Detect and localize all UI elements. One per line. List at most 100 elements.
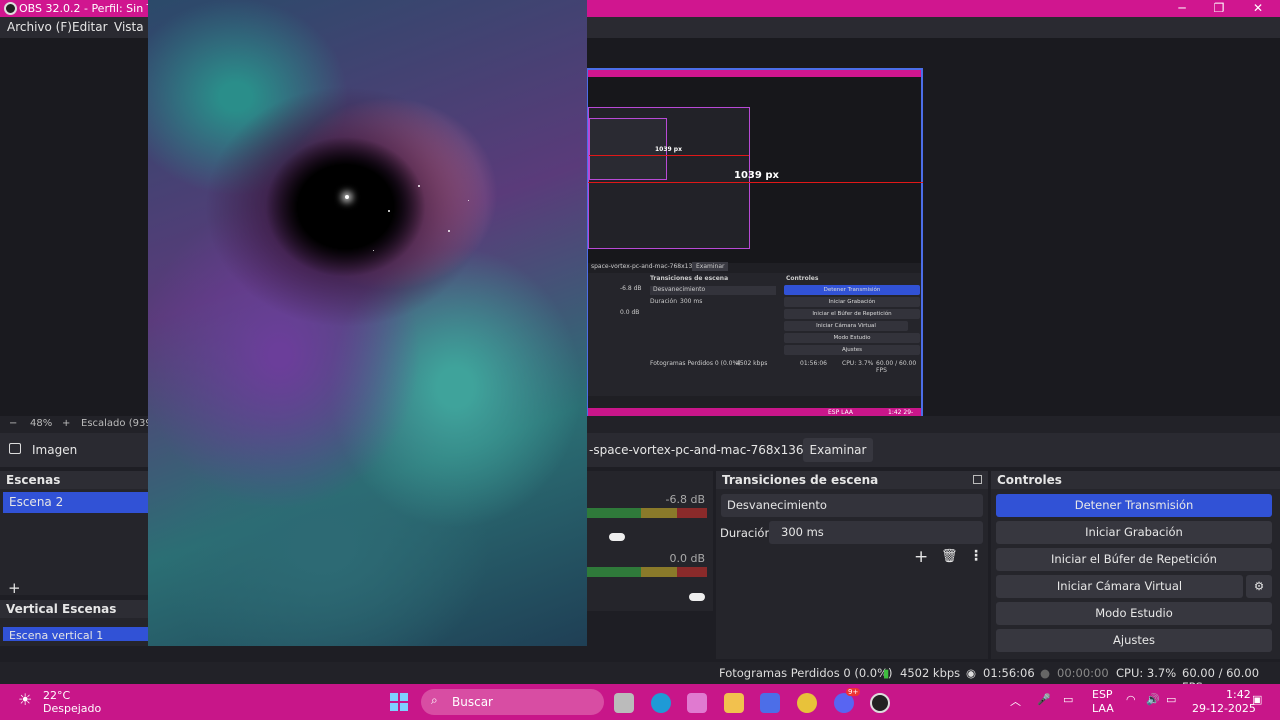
studio-mode-button[interactable]: Modo Estudio xyxy=(996,602,1272,625)
weather-desc[interactable]: Despejado xyxy=(43,702,101,715)
task-view-icon[interactable] xyxy=(614,693,634,713)
mini-status: Fotogramas Perdidos 0 (0.0%) xyxy=(650,360,741,367)
start-replay-buffer-button[interactable]: Iniciar el Búfer de Repetición xyxy=(996,548,1272,571)
gear-icon[interactable]: ⚙ xyxy=(1246,575,1272,598)
stop-stream-button[interactable]: Detener Transmisión xyxy=(996,494,1272,517)
clock-date[interactable]: 29-12-2025 xyxy=(1192,702,1256,715)
star xyxy=(373,250,374,251)
vscene-item[interactable]: Escena vertical 1 xyxy=(3,627,149,641)
mini-duracion-val: 300 ms xyxy=(680,298,703,305)
controls-dock: Controles Detener Transmisión Iniciar Gr… xyxy=(991,471,1280,659)
space-vortex-image-window[interactable] xyxy=(148,0,587,646)
mini-tray: ESP LAA xyxy=(828,409,853,416)
browse-button[interactable]: Examinar xyxy=(803,438,873,462)
obs-taskbar-icon[interactable] xyxy=(870,693,890,713)
display-icon[interactable]: ▭ xyxy=(1063,693,1073,706)
mini-duracion: Duración xyxy=(650,298,678,305)
controls-title: Controles xyxy=(991,471,1280,489)
start-recording-button[interactable]: Iniciar Grabación xyxy=(996,521,1272,544)
mixer-meter-2 xyxy=(587,567,707,577)
zoom-out-button[interactable]: − xyxy=(9,418,17,429)
settings-button[interactable]: Ajustes xyxy=(996,629,1272,652)
transitions-dock: Transiciones de escena Desvanecimiento D… xyxy=(716,471,988,659)
rec-icon: ● xyxy=(1040,666,1051,680)
scene-item[interactable]: Escena 2 xyxy=(3,492,149,513)
menu-vista[interactable]: Vista xyxy=(114,20,144,34)
minimize-button[interactable]: ─ xyxy=(1164,0,1200,17)
mini-btn-3: Iniciar Cámara Virtual xyxy=(784,321,908,331)
duration-input[interactable]: 300 ms xyxy=(769,521,983,544)
taskbar-search[interactable]: ⌕ Buscar xyxy=(421,689,604,715)
rec-time: 00:00:00 xyxy=(1057,666,1109,680)
scenes-title: Escenas xyxy=(0,471,150,489)
preview-canvas[interactable]: 1039 px 1039 px space-vortex-pc-and-mac-… xyxy=(586,68,923,424)
transitions-dock-pin-icon[interactable] xyxy=(973,475,982,484)
search-icon: ⌕ xyxy=(431,693,438,707)
menu-editar[interactable]: Editar xyxy=(72,20,108,34)
preview-inner-docks: Transiciones de escena Controles -6.8 dB… xyxy=(588,273,921,396)
weather-temp[interactable]: 22°C xyxy=(43,689,70,702)
notification-icon[interactable]: ▣ xyxy=(1252,693,1262,706)
image-icon xyxy=(9,443,21,454)
mini-fps: 60.00 / 60.00 FPS xyxy=(876,360,917,374)
edge-icon[interactable] xyxy=(651,693,671,713)
close-button[interactable]: ✕ xyxy=(1240,0,1276,17)
mini-time: 01:56:06 xyxy=(800,360,827,367)
copilot-icon[interactable] xyxy=(687,693,707,713)
start-virtual-camera-button[interactable]: Iniciar Cámara Virtual xyxy=(996,575,1243,598)
mini-btn-0: Detener Transmisión xyxy=(784,285,920,295)
add-transition-icon[interactable]: + xyxy=(914,547,928,567)
star xyxy=(468,200,469,201)
status-bar: Fotogramas Perdidos 0 (0.0%) ▮ 4502 kbps… xyxy=(0,662,1280,694)
mini-transiciones: Transiciones de escena xyxy=(650,275,729,282)
inner-px-label: 1039 px xyxy=(655,146,682,153)
star xyxy=(345,195,349,199)
menu-archivo[interactable]: Archivo (F) xyxy=(7,20,72,34)
mini-db1: -6.8 dB xyxy=(620,285,642,292)
mixer-meter-1 xyxy=(587,508,707,518)
chrome-icon[interactable] xyxy=(797,693,817,713)
discord-icon[interactable] xyxy=(834,693,854,713)
stream-icon: ◉ xyxy=(966,666,977,680)
mixer-fader-2[interactable] xyxy=(689,593,705,601)
lang-esp[interactable]: ESP xyxy=(1092,688,1113,701)
store-icon[interactable] xyxy=(760,693,780,713)
transition-select[interactable]: Desvanecimiento xyxy=(721,494,983,517)
measure-line-inner xyxy=(589,155,749,156)
mini-controles: Controles xyxy=(786,275,819,282)
star xyxy=(418,185,420,187)
tray-chevron-icon[interactable]: ︿ xyxy=(1010,693,1021,709)
signal-icon: ▮ xyxy=(883,666,890,680)
mini-desvanecimiento: Desvanecimiento xyxy=(650,286,776,295)
mixer-fader-1[interactable] xyxy=(609,533,625,541)
search-label: Buscar xyxy=(452,695,493,709)
mini-btn-2: Iniciar el Búfer de Repetición xyxy=(784,309,920,319)
more-options-icon[interactable]: ⋮ xyxy=(969,548,983,564)
start-icon[interactable] xyxy=(390,693,408,711)
maximize-button[interactable]: ❐ xyxy=(1201,0,1237,17)
battery-icon[interactable]: ▭ xyxy=(1166,693,1176,706)
star xyxy=(448,230,450,232)
delete-transition-icon[interactable]: 🗑 xyxy=(941,549,958,564)
file-explorer-icon[interactable] xyxy=(724,693,744,713)
px-label: 1039 px xyxy=(734,170,779,181)
preview-inner-titlebar xyxy=(588,70,921,77)
bitrate: 4502 kbps xyxy=(900,666,961,680)
lang-laa[interactable]: LAA xyxy=(1092,702,1114,715)
mini-cpu: CPU: 3.7% xyxy=(842,360,874,367)
zoom-in-button[interactable]: + xyxy=(62,418,70,429)
transitions-title: Transiciones de escena xyxy=(716,471,988,489)
clock-time[interactable]: 1:42 xyxy=(1226,688,1251,701)
mini-kbps: 4502 kbps xyxy=(736,360,768,367)
mini-btn-1: Iniciar Grabación xyxy=(784,297,920,307)
wifi-icon[interactable]: ◠ xyxy=(1126,693,1136,706)
add-scene-icon[interactable]: + xyxy=(8,579,21,597)
mini-db2: 0.0 dB xyxy=(620,309,640,316)
mini-examinar: Examinar xyxy=(692,262,729,271)
mini-btn-5: Ajustes xyxy=(784,345,920,355)
microphone-icon[interactable]: 🎤 xyxy=(1037,693,1051,706)
mixer-db1: -6.8 dB xyxy=(665,493,706,506)
volume-icon[interactable]: 🔊 xyxy=(1146,693,1160,706)
weather-icon[interactable]: ☀ xyxy=(18,690,32,709)
source-name: Imagen xyxy=(32,443,78,457)
